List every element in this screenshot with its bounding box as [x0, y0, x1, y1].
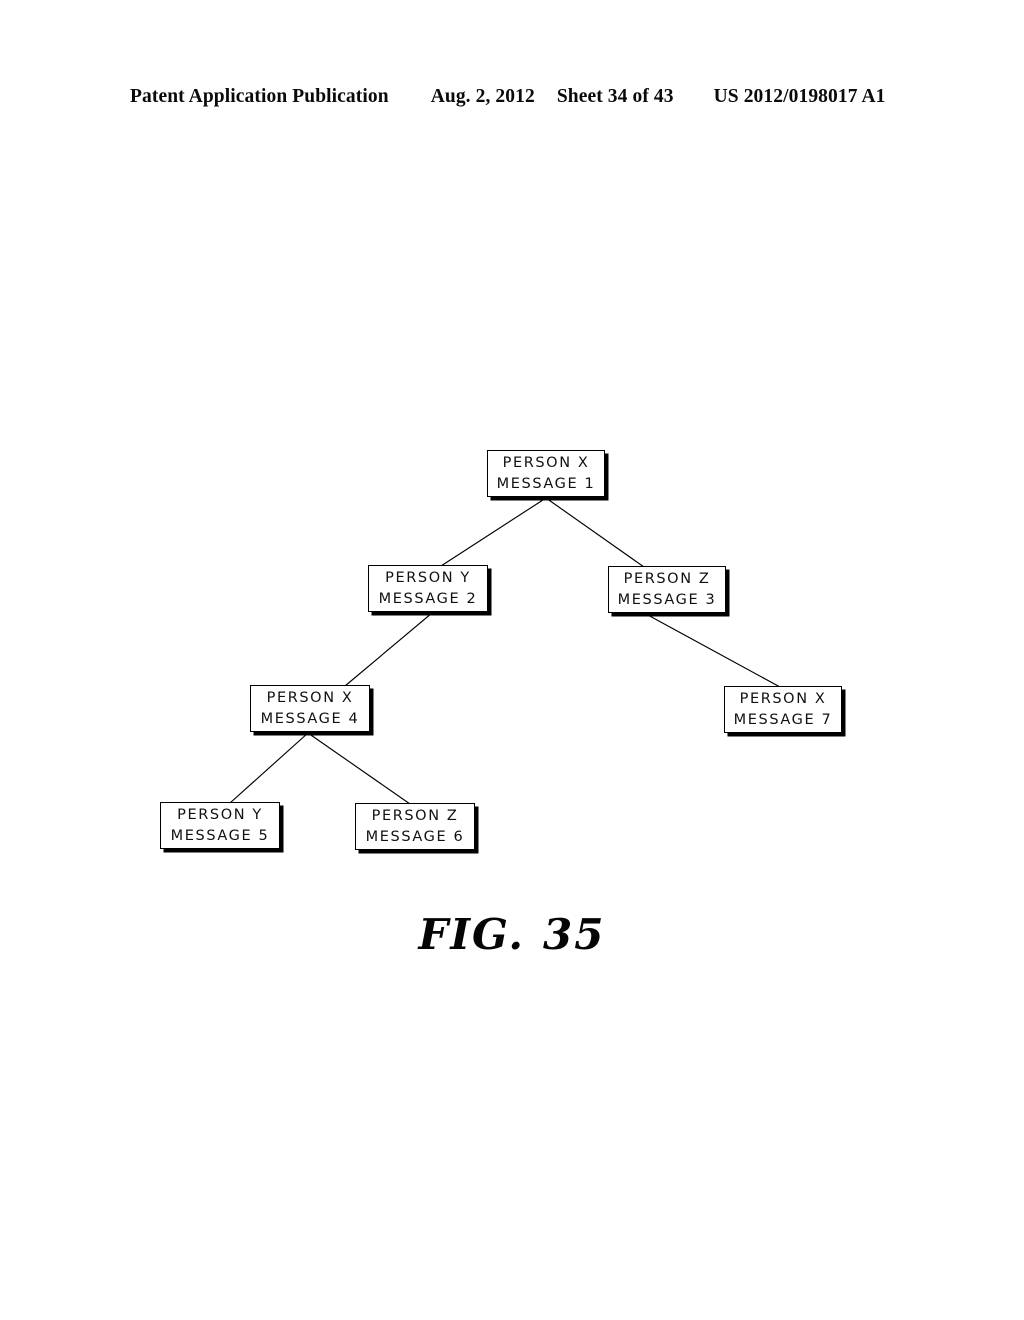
edge-node2-node4: [344, 612, 433, 687]
node-message-label: MESSAGE 7: [733, 711, 833, 728]
node-message-label: MESSAGE 6: [365, 828, 465, 845]
node-person-label: PERSON Y: [177, 806, 263, 823]
edge-node1-node3: [545, 497, 645, 568]
node-message-label: MESSAGE 2: [378, 590, 478, 607]
figure-caption-label: FIG.: [418, 910, 525, 959]
node-person-label: PERSON Z: [371, 807, 459, 824]
node-person-label: PERSON X: [266, 689, 354, 706]
message-node-7[interactable]: PERSON X MESSAGE 7: [724, 686, 842, 733]
node-person-label: PERSON X: [502, 454, 590, 471]
figure-caption: FIG. 35: [0, 910, 1024, 959]
figure-caption-number: 35: [543, 910, 606, 959]
node-person-label: PERSON Y: [385, 569, 471, 586]
node-message-label: MESSAGE 1: [496, 475, 596, 492]
edge-node4-node5: [229, 732, 309, 804]
message-node-5[interactable]: PERSON Y MESSAGE 5: [160, 802, 280, 849]
message-node-6[interactable]: PERSON Z MESSAGE 6: [355, 803, 475, 850]
edge-node1-node2: [440, 497, 547, 567]
edge-node4-node6: [307, 732, 411, 805]
message-node-2[interactable]: PERSON Y MESSAGE 2: [368, 565, 488, 612]
message-node-3[interactable]: PERSON Z MESSAGE 3: [608, 566, 726, 613]
node-message-label: MESSAGE 4: [260, 710, 360, 727]
node-person-label: PERSON X: [739, 690, 827, 707]
edge-node3-node7: [645, 613, 781, 688]
message-node-4[interactable]: PERSON X MESSAGE 4: [250, 685, 370, 732]
figure-35-diagram: PERSON X MESSAGE 1 PERSON Y MESSAGE 2 PE…: [0, 0, 1024, 1320]
node-person-label: PERSON Z: [623, 570, 711, 587]
tree-connector-lines: [229, 497, 781, 805]
node-message-label: MESSAGE 5: [170, 827, 270, 844]
node-message-label: MESSAGE 3: [617, 591, 717, 608]
message-node-1[interactable]: PERSON X MESSAGE 1: [487, 450, 605, 497]
